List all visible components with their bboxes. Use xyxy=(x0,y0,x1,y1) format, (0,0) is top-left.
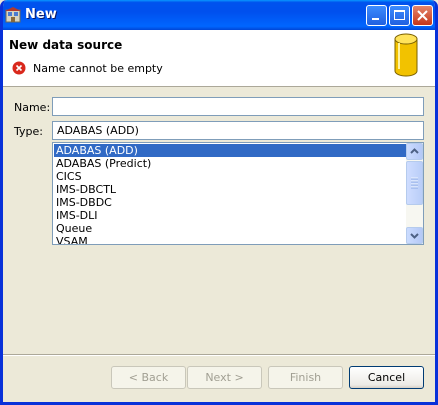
error-icon xyxy=(12,61,26,75)
list-item[interactable]: CICS xyxy=(54,170,407,183)
type-listbox[interactable]: ADABAS (ADD) ADABAS (Predict) CICS IMS-D… xyxy=(52,142,424,245)
scroll-up-button[interactable] xyxy=(406,143,423,160)
next-button[interactable]: Next > xyxy=(187,366,262,389)
finish-button[interactable]: Finish xyxy=(268,366,343,389)
scroll-down-button[interactable] xyxy=(406,227,423,244)
minimize-button[interactable] xyxy=(366,5,387,26)
type-list-items: ADABAS (ADD) ADABAS (Predict) CICS IMS-D… xyxy=(54,144,407,244)
close-icon xyxy=(417,10,428,21)
list-item[interactable]: IMS-DLI xyxy=(54,209,407,222)
cancel-button[interactable]: Cancel xyxy=(349,366,424,389)
close-button[interactable] xyxy=(412,5,433,26)
new-data-source-dialog: New New data source Name cannot be empty… xyxy=(0,0,438,405)
app-icon xyxy=(5,7,21,23)
name-input[interactable] xyxy=(52,97,424,116)
list-item[interactable]: IMS-DBDC xyxy=(54,196,407,209)
window-title: New xyxy=(25,7,57,22)
type-label: Type: xyxy=(14,125,43,138)
title-bar[interactable]: New xyxy=(3,0,435,30)
list-item[interactable]: IMS-DBCTL xyxy=(54,183,407,196)
scroll-thumb[interactable] xyxy=(406,161,423,205)
name-label: Name: xyxy=(14,101,51,114)
button-bar-separator xyxy=(3,354,435,356)
list-item[interactable]: ADABAS (Predict) xyxy=(54,157,407,170)
list-item[interactable]: Queue xyxy=(54,222,407,235)
vertical-scrollbar[interactable] xyxy=(406,143,423,244)
list-item[interactable]: VSAM xyxy=(54,235,407,244)
type-field[interactable]: ADABAS (ADD) xyxy=(52,121,424,140)
database-icon xyxy=(394,33,418,77)
list-item[interactable]: ADABAS (ADD) xyxy=(54,144,407,157)
back-button[interactable]: < Back xyxy=(111,366,186,389)
error-message: Name cannot be empty xyxy=(33,62,163,75)
wizard-header: New data source Name cannot be empty xyxy=(3,30,435,87)
maximize-button[interactable] xyxy=(389,5,410,26)
type-value: ADABAS (ADD) xyxy=(57,124,139,137)
chevron-down-icon xyxy=(410,233,419,239)
grip-icon xyxy=(411,177,418,189)
maximize-icon xyxy=(394,10,405,20)
chevron-up-icon xyxy=(410,148,419,154)
minimize-icon xyxy=(372,18,379,20)
page-title: New data source xyxy=(9,38,123,52)
